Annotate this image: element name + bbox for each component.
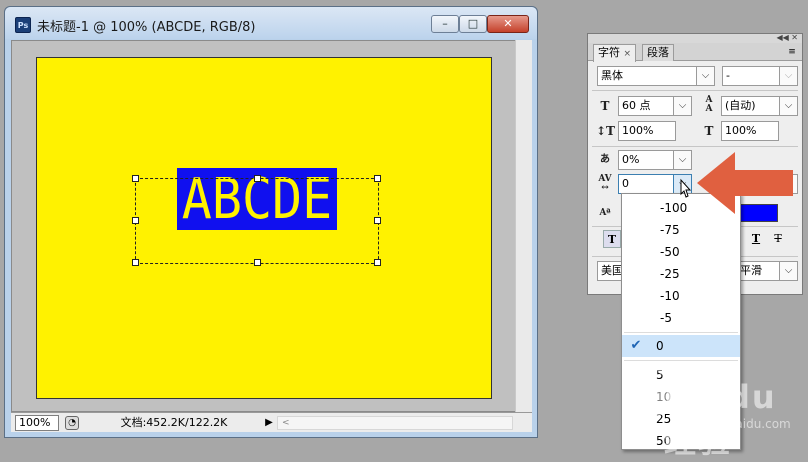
zoom-field[interactable]: 100% [15,415,59,431]
font-size-icon: T [600,99,610,113]
document-title: 未标题-1 @ 100% (ABCDE, RGB/8) [37,20,256,35]
vertical-scrollbar[interactable] [515,40,532,412]
list-item[interactable]: -10 [622,285,740,307]
font-style-select[interactable]: - ⌵ [722,66,798,86]
status-menu-arrow-icon[interactable]: ▶ [263,415,275,431]
transform-handle[interactable] [254,175,261,182]
close-tab-icon[interactable]: × [624,49,632,59]
chevron-down-icon[interactable]: ⌵ [779,97,797,115]
maximize-button[interactable]: □ [459,15,487,33]
chevron-down-icon[interactable]: ⌵ [673,97,691,115]
document-size-info: 文档:452.2K/122.2K [120,416,228,429]
underline-button[interactable]: T [747,230,765,248]
list-item[interactable]: -5 [622,307,740,329]
transform-handle[interactable] [374,217,381,224]
check-icon: ✔ [630,338,642,353]
list-item[interactable]: -75 [622,219,740,241]
panel-grip[interactable]: ◀◀ ✕ [588,33,802,43]
status-info-icon[interactable]: ◔ [65,416,79,430]
divider [592,90,798,91]
tab-character[interactable]: 字符 × [593,44,637,62]
list-item[interactable]: -50 [622,241,740,263]
list-item-selected[interactable]: ✔ 0 [622,335,740,357]
list-divider [624,332,738,333]
transform-handle[interactable] [132,175,139,182]
status-bar: 100% ◔ 文档:452.2K/122.2K ▶ < [11,412,532,432]
canvas-area: ABCDE [11,40,532,412]
tsume-select[interactable]: 0% ⌵ [618,150,692,170]
horizontal-scrollbar[interactable]: < [277,416,513,430]
tsume-icon: あ [600,154,610,165]
font-size-select[interactable]: 60 点 ⌵ [618,96,692,116]
leading-select[interactable]: (自动) ⌵ [721,96,798,116]
divider [592,146,798,147]
title-bar[interactable]: Ps 未标题-1 @ 100% (ABCDE, RGB/8) – □ ✕ [5,7,537,39]
tab-paragraph[interactable]: 段落 [642,44,674,61]
transform-handle[interactable] [132,259,139,266]
canvas[interactable]: ABCDE [36,57,492,399]
font-family-select[interactable]: 黑体 ⌵ [597,66,715,86]
panel-menu-icon[interactable]: ≡ [786,46,798,58]
horizontal-scale-icon: T [704,124,714,138]
horizontal-scale-input[interactable]: 100% [721,121,779,141]
transform-handle[interactable] [254,259,261,266]
document-window: Ps 未标题-1 @ 100% (ABCDE, RGB/8) – □ ✕ ABC… [4,6,538,438]
transform-handle[interactable] [374,259,381,266]
annotation-arrow-icon [697,152,793,214]
mouse-pointer-icon [680,178,692,198]
panel-collapse-icon[interactable]: ◀◀ ✕ [768,33,798,43]
panel-tab-bar: 字符 × 段落 [588,43,802,62]
chevron-down-icon[interactable]: ⌵ [779,262,797,280]
transform-handle[interactable] [132,217,139,224]
photoshop-icon: Ps [15,17,31,33]
vertical-scale-input[interactable]: 100% [618,121,676,141]
leading-icon: AA [705,95,713,114]
strikethrough-button[interactable]: T [769,230,787,248]
vertical-scale-icon: ↕T [596,124,615,138]
watermark-url: jingyan.baidu.com [680,417,791,431]
tracking-icon: AV ↔ [598,174,612,193]
chevron-down-icon[interactable]: ⌵ [673,151,691,169]
close-button[interactable]: ✕ [487,15,529,33]
chevron-down-icon[interactable]: ⌵ [696,67,714,85]
transform-handle[interactable] [374,175,381,182]
text-bounding-box[interactable] [132,175,381,266]
faux-bold-button[interactable]: T [603,230,621,248]
chevron-down-icon[interactable]: ⌵ [779,67,797,85]
list-item[interactable]: -25 [622,263,740,285]
baseline-shift-icon: Aª [599,208,611,218]
minimize-button[interactable]: – [431,15,459,33]
